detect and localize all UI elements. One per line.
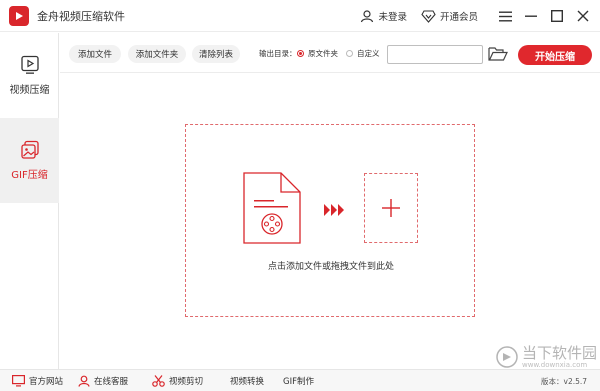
footer-video-convert-label: 视频转换 (230, 377, 265, 387)
vip-button[interactable]: 开通会员 (421, 9, 478, 23)
radio-original-label: 原文件夹 (308, 49, 338, 58)
output-dir-label: 输出目录： (259, 49, 297, 58)
clear-list-button[interactable]: 清除列表 (192, 45, 240, 63)
watermark-cn: 当下软件园 (522, 344, 598, 362)
add-file-button[interactable]: 添加文件 (69, 45, 121, 63)
radio-custom-label: 自定义 (357, 49, 380, 58)
maximize-icon (551, 10, 563, 22)
radio-original-folder[interactable] (297, 50, 304, 57)
sidebar-item-video-compress[interactable]: 视频压缩 (0, 33, 59, 118)
add-file-box[interactable] (364, 173, 418, 243)
radio-custom[interactable] (346, 50, 353, 57)
login-button[interactable]: 未登录 (360, 9, 407, 23)
app-logo-icon (9, 5, 29, 26)
close-button[interactable] (570, 0, 596, 32)
footer-website-link[interactable]: 官方网站 (12, 370, 63, 391)
monitor-icon (12, 375, 25, 387)
video-file-icon (243, 172, 301, 244)
vip-label: 开通会员 (439, 12, 478, 23)
version-label: 版本：v2.5.7 (541, 377, 588, 386)
menu-icon (498, 11, 512, 21)
footer-gif-make-link[interactable]: GIF制作 (283, 370, 314, 391)
scissors-icon (152, 375, 165, 387)
folder-open-icon[interactable] (488, 46, 508, 62)
maximize-button[interactable] (544, 0, 570, 32)
footer-support-link[interactable]: 在线客服 (78, 370, 128, 391)
support-user-icon (78, 375, 90, 387)
app-title: 金舟视频压缩软件 (37, 9, 125, 23)
footer-video-cut-link[interactable]: 视频剪切 (152, 370, 203, 391)
footer-gif-make-label: GIF制作 (283, 377, 314, 387)
sidebar-item-label: 视频压缩 (9, 85, 50, 96)
video-icon (20, 55, 39, 74)
login-label: 未登录 (378, 12, 407, 23)
minimize-button[interactable] (518, 0, 544, 32)
user-icon (361, 10, 374, 23)
footer-support-label: 在线客服 (94, 377, 129, 387)
start-compress-button[interactable]: 开始压缩 (518, 45, 592, 65)
footer-video-convert-link[interactable]: 视频转换 (230, 370, 264, 391)
toolbar: 添加文件 添加文件夹 清除列表 输出目录： 原文件夹 自定义 开始压缩 (60, 33, 600, 73)
watermark-en: www.downxia.com (522, 361, 588, 369)
sidebar-item-gif-compress[interactable]: GIF压缩 (0, 118, 59, 203)
file-drop-zone[interactable]: 点击添加文件或拖拽文件到此处 (185, 124, 475, 317)
footer-video-cut-label: 视频剪切 (169, 377, 204, 387)
footer-website-label: 官方网站 (29, 377, 64, 387)
sidebar-item-label: GIF压缩 (11, 170, 48, 181)
close-icon (577, 10, 589, 22)
output-path-input[interactable] (387, 45, 483, 64)
drop-hint-text: 点击添加文件或拖拽文件到此处 (267, 262, 394, 272)
footer-bar: 官方网站 在线客服 视频剪切 视频转换 GIF制作 版本：v2.5.7 (0, 369, 600, 391)
menu-button[interactable] (492, 0, 518, 32)
minimize-icon (525, 15, 537, 17)
title-bar: 金舟视频压缩软件 未登录 开通会员 (0, 0, 600, 32)
add-folder-button[interactable]: 添加文件夹 (128, 45, 186, 63)
plus-icon (382, 199, 400, 217)
sidebar: 视频压缩 GIF压缩 (0, 33, 59, 369)
diamond-icon (421, 9, 436, 23)
watermark: 当下软件园 www.downxia.com (496, 345, 597, 369)
arrow-right-icon (324, 204, 344, 216)
watermark-logo-icon (496, 346, 518, 368)
gif-icon (20, 140, 39, 159)
